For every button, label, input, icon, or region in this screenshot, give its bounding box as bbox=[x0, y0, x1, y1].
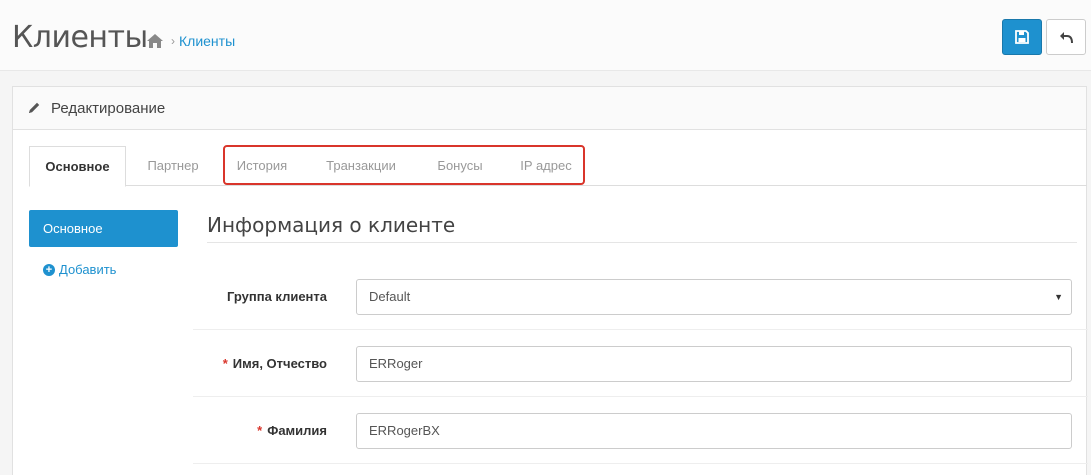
home-icon[interactable] bbox=[147, 34, 163, 48]
tab-ip-address[interactable]: IP адрес bbox=[510, 146, 582, 186]
breadcrumb-link-clients[interactable]: Клиенты bbox=[179, 33, 235, 49]
add-link-label: Добавить bbox=[59, 262, 117, 277]
floppy-disk-icon bbox=[1015, 30, 1029, 44]
breadcrumb-separator: › bbox=[171, 34, 175, 48]
back-button[interactable] bbox=[1046, 19, 1086, 55]
plus-circle-icon: + bbox=[43, 263, 55, 276]
pencil-icon bbox=[29, 102, 40, 113]
panel-title: Редактирование bbox=[51, 100, 166, 117]
tab-transactions[interactable]: Транзакции bbox=[314, 146, 408, 186]
page-header: Клиенты › Клиенты bbox=[0, 0, 1091, 71]
customer-form: Информация о клиенте Группа клиента Defa… bbox=[193, 199, 1088, 475]
breadcrumb: › Клиенты bbox=[147, 33, 235, 49]
required-marker: * bbox=[257, 423, 263, 438]
tab-bar: Основное Партнер История Транзакции Бону… bbox=[29, 146, 1087, 187]
page-title: Клиенты bbox=[12, 20, 148, 55]
required-marker: * bbox=[222, 356, 228, 371]
tab-history[interactable]: История bbox=[228, 146, 296, 186]
reply-icon bbox=[1060, 31, 1073, 43]
save-button[interactable] bbox=[1002, 19, 1042, 55]
first-name-input[interactable]: ERRoger bbox=[356, 346, 1072, 382]
edit-panel: Редактирование Основное Партнер История … bbox=[12, 86, 1088, 475]
form-row-customer-group: Группа клиента Default ▼ bbox=[193, 264, 1088, 330]
form-row-first-name: * Имя, Отчество ERRoger bbox=[193, 331, 1088, 397]
tab-partner[interactable]: Партнер bbox=[135, 146, 211, 186]
add-address-link[interactable]: + Добавить bbox=[43, 262, 116, 277]
customer-group-label: Группа клиента bbox=[226, 289, 327, 304]
first-name-label: * Имя, Отчество bbox=[222, 356, 327, 371]
last-name-label: * Фамилия bbox=[257, 423, 327, 438]
panel-heading: Редактирование bbox=[13, 87, 1086, 130]
subnav-item-main[interactable]: Основное bbox=[29, 210, 178, 247]
caret-down-icon: ▼ bbox=[1054, 292, 1063, 302]
last-name-input[interactable]: ERRogerBX bbox=[356, 413, 1072, 449]
tab-main[interactable]: Основное bbox=[29, 146, 126, 187]
customer-group-select[interactable]: Default ▼ bbox=[356, 279, 1072, 315]
tab-bonuses[interactable]: Бонусы bbox=[426, 146, 494, 186]
section-title: Информация о клиенте bbox=[207, 213, 456, 237]
section-divider bbox=[207, 242, 1077, 243]
form-row-last-name: * Фамилия ERRogerBX bbox=[193, 398, 1088, 464]
